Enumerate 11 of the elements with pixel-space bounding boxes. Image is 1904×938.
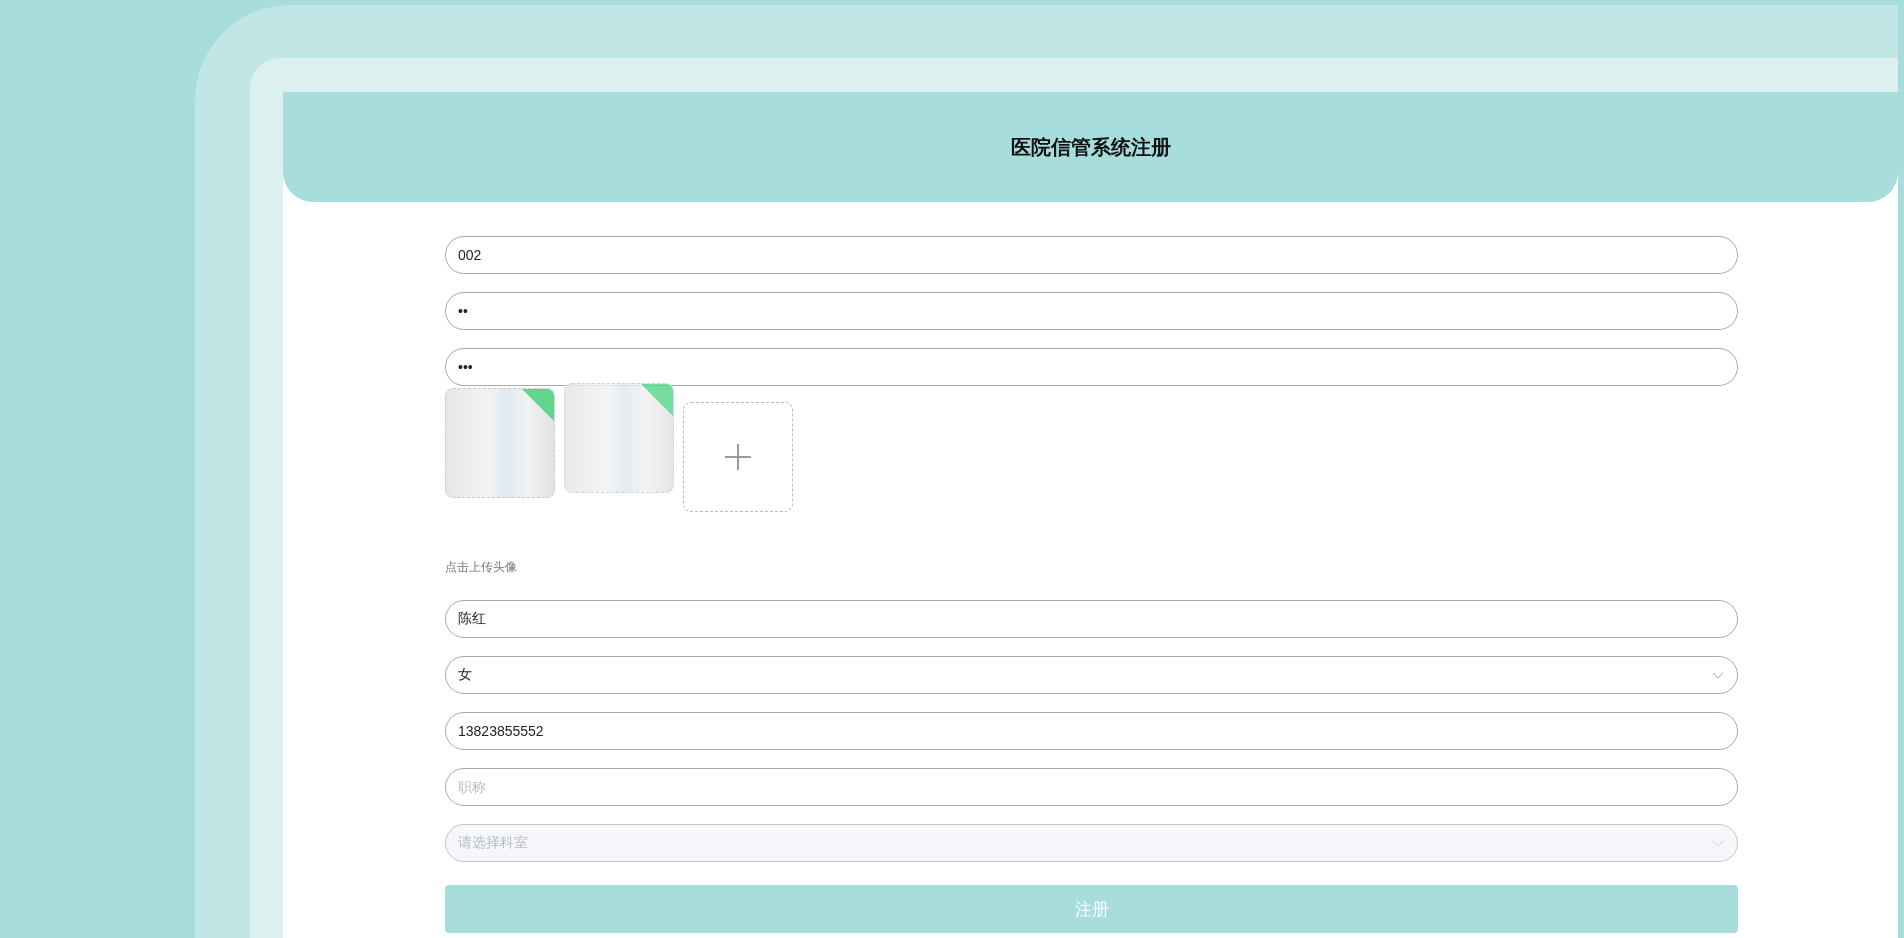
input-field[interactable]: 002 [445,236,1738,274]
input-field[interactable]: •• [445,292,1738,330]
input-field[interactable]: 陈红 [445,600,1738,638]
upload-hint: 点击上传头像 [445,559,517,576]
add-photo-button[interactable] [683,402,793,512]
select-field[interactable]: 女 [445,656,1738,694]
input-field[interactable]: 13823855552 [445,712,1738,750]
page-title: 医院信管系统注册 [1010,134,1171,160]
plus-icon [723,442,753,472]
input-field[interactable]: 职称 [445,768,1738,806]
input-field[interactable]: ••• [445,348,1738,386]
